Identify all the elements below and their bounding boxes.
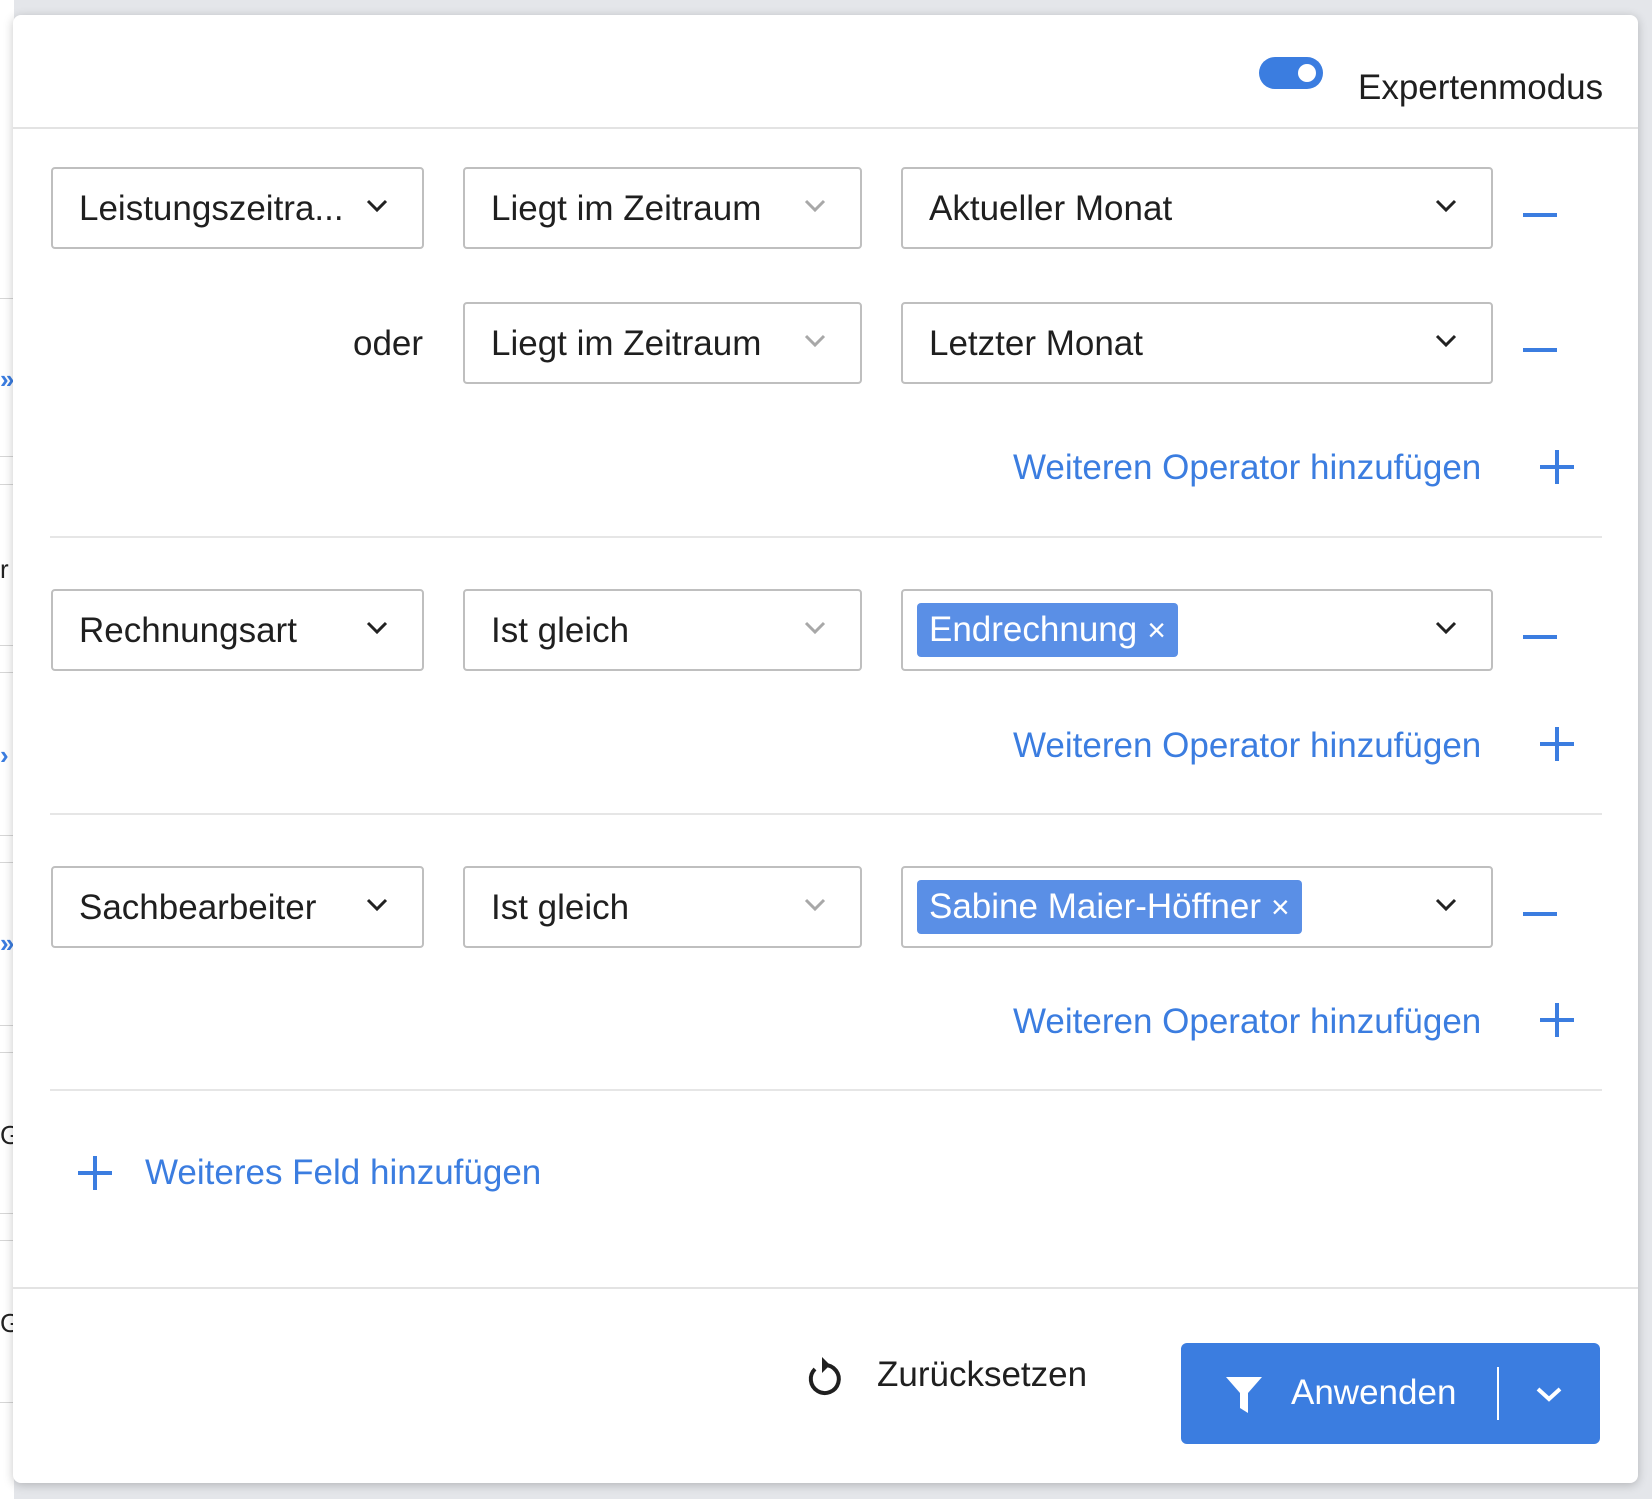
group-divider <box>50 536 1602 538</box>
background-divider <box>0 1240 14 1241</box>
add-field-plus-icon[interactable] <box>78 1156 112 1190</box>
value-select[interactable]: Letzter Monat <box>901 302 1493 384</box>
apply-button[interactable]: Anwenden <box>1181 1343 1497 1444</box>
background-divider <box>0 1213 14 1214</box>
chip-label: Endrechnung <box>929 610 1138 649</box>
add-operator-plus-icon[interactable] <box>1540 1003 1574 1037</box>
chevron-down-icon <box>804 621 826 635</box>
apply-split-button: Anwenden <box>1181 1343 1600 1444</box>
operator-select-value: Ist gleich <box>491 611 630 650</box>
field-select-value: Rechnungsart <box>79 611 297 650</box>
chevron-down-icon <box>804 199 826 213</box>
operator-select[interactable]: Ist gleich <box>463 589 862 671</box>
background-divider <box>0 862 14 863</box>
chevron-down-icon <box>1435 898 1457 912</box>
filter-funnel-icon <box>1226 1377 1262 1413</box>
filter-panel-header: Expertenmodus <box>13 15 1638 129</box>
chevron-down-icon <box>1536 1387 1562 1402</box>
value-chip: Endrechnung × <box>917 603 1178 657</box>
operator-select[interactable]: Liegt im Zeitraum <box>463 167 862 249</box>
chevron-down-icon <box>366 199 388 213</box>
add-operator-link[interactable]: Weiteren Operator hinzufügen <box>1013 1002 1481 1042</box>
background-divider <box>0 1402 14 1403</box>
field-select-value: Sachbearbeiter <box>79 888 317 927</box>
field-select-rechnungsart[interactable]: Rechnungsart <box>51 589 424 671</box>
value-select-value: Aktueller Monat <box>929 189 1173 228</box>
filter-panel: Expertenmodus Leistungszeitra... Liegt i… <box>13 15 1638 1483</box>
chevron-down-icon <box>1435 621 1457 635</box>
background-divider <box>0 1025 14 1026</box>
chevron-down-icon <box>366 898 388 912</box>
add-operator-link[interactable]: Weiteren Operator hinzufügen <box>1013 448 1481 488</box>
operator-select-value: Liegt im Zeitraum <box>491 189 762 228</box>
value-multiselect[interactable]: Sabine Maier-Höffner × <box>901 866 1493 948</box>
add-operator-link[interactable]: Weiteren Operator hinzufügen <box>1013 726 1481 766</box>
expert-mode-label: Expertenmodus <box>1358 68 1604 107</box>
remove-operator-minus-icon[interactable] <box>1523 620 1557 654</box>
operator-select[interactable]: Ist gleich <box>463 866 862 948</box>
background-text-fragment: r <box>0 554 9 584</box>
reset-label: Zurücksetzen <box>877 1355 1088 1394</box>
expert-mode-toggle[interactable] <box>1259 57 1323 89</box>
value-chip: Sabine Maier-Höffner × <box>917 880 1302 934</box>
remove-operator-minus-icon[interactable] <box>1523 897 1557 931</box>
background-expand-icon: › <box>0 740 9 770</box>
apply-options-dropdown[interactable] <box>1499 1343 1600 1444</box>
operator-select-value: Ist gleich <box>491 888 630 927</box>
chevron-down-icon <box>1435 334 1457 348</box>
background-divider <box>0 298 14 299</box>
add-operator-plus-icon[interactable] <box>1540 450 1574 484</box>
add-field-link[interactable]: Weiteres Feld hinzufügen <box>145 1153 541 1193</box>
field-select-sachbearbeiter[interactable]: Sachbearbeiter <box>51 866 424 948</box>
background-divider <box>0 484 14 485</box>
group-divider <box>50 1089 1602 1091</box>
group-divider <box>50 813 1602 815</box>
background-divider <box>0 645 14 646</box>
background-divider <box>0 456 14 457</box>
or-connector-label: oder <box>353 324 424 363</box>
chevron-down-icon <box>804 334 826 348</box>
field-select-leistungszeitraum[interactable]: Leistungszeitra... <box>51 167 424 249</box>
background-divider <box>0 835 14 836</box>
chip-remove-icon[interactable]: × <box>1271 880 1290 934</box>
toggle-knob <box>1298 64 1316 82</box>
field-select-value: Leistungszeitra... <box>79 189 344 228</box>
value-select[interactable]: Aktueller Monat <box>901 167 1493 249</box>
remove-operator-minus-icon[interactable] <box>1523 198 1557 232</box>
chip-remove-icon[interactable]: × <box>1147 603 1166 657</box>
operator-select[interactable]: Liegt im Zeitraum <box>463 302 862 384</box>
reset-icon <box>808 1357 841 1395</box>
chip-label: Sabine Maier-Höffner <box>929 887 1262 926</box>
apply-label: Anwenden <box>1291 1373 1457 1412</box>
background-divider <box>0 672 14 673</box>
add-operator-plus-icon[interactable] <box>1540 727 1574 761</box>
background-divider <box>0 1052 14 1053</box>
value-select-value: Letzter Monat <box>929 324 1143 363</box>
value-multiselect[interactable]: Endrechnung × <box>901 589 1493 671</box>
remove-operator-minus-icon[interactable] <box>1523 333 1557 367</box>
chevron-down-icon <box>804 898 826 912</box>
chevron-down-icon <box>1435 199 1457 213</box>
operator-select-value: Liegt im Zeitraum <box>491 324 762 363</box>
chevron-down-icon <box>366 621 388 635</box>
